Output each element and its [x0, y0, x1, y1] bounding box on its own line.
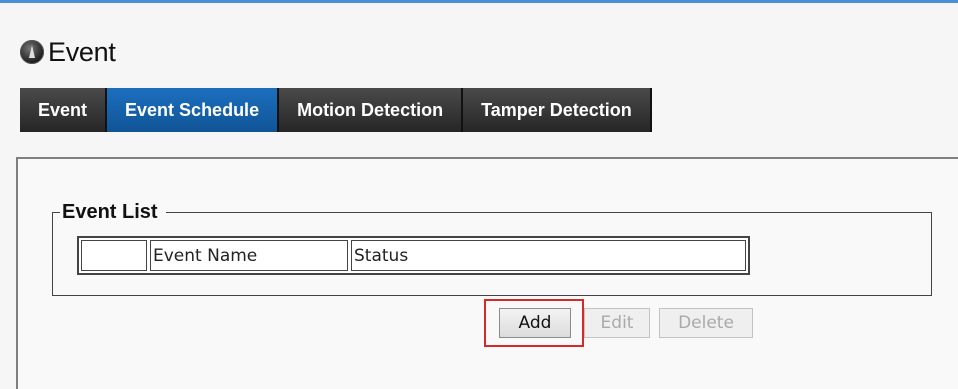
delete-button[interactable]: Delete	[659, 308, 753, 338]
tab-bar: Event Event Schedule Motion Detection Ta…	[20, 88, 652, 132]
tab-event[interactable]: Event	[20, 88, 108, 132]
camera-logo-icon	[20, 40, 44, 64]
event-list-table: Event Name Status	[77, 236, 750, 275]
top-accent-bar	[0, 0, 958, 3]
tab-motion-detection[interactable]: Motion Detection	[279, 88, 464, 132]
column-header-select	[81, 240, 147, 271]
column-header-status: Status	[351, 240, 746, 271]
tab-tamper-detection[interactable]: Tamper Detection	[463, 88, 652, 132]
edit-button[interactable]: Edit	[584, 308, 650, 338]
column-header-event-name: Event Name	[150, 240, 348, 271]
add-button[interactable]: Add	[499, 308, 571, 338]
tab-event-schedule[interactable]: Event Schedule	[107, 88, 280, 132]
page-title: Event	[48, 36, 116, 67]
event-list-legend: Event List	[60, 201, 166, 224]
page-header: Event	[20, 32, 116, 72]
